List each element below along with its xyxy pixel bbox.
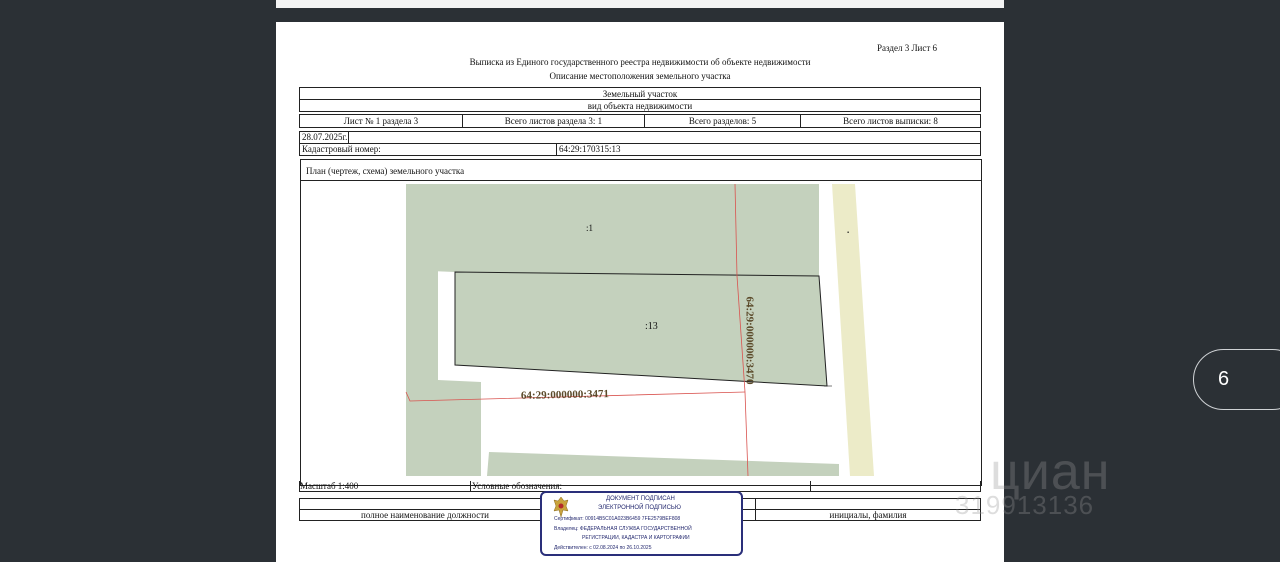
sheet-info-row: Лист № 1 раздела 3 Всего листов раздела … — [299, 114, 981, 128]
electronic-signature-stamp: ДОКУМЕНТ ПОДПИСАН ЭЛЕКТРОННОЙ ПОДПИСЬЮ С… — [540, 491, 743, 556]
road-strip — [832, 184, 874, 476]
position-caption: полное наименование должности — [361, 510, 489, 520]
document-title: Выписка из Единого государственного реес… — [469, 57, 811, 67]
stamp-line-2: ЭЛЕКТРОННОЙ ПОДПИСЬЮ — [598, 505, 681, 511]
parcel-3470-label: 64:29:000000:3470 — [743, 296, 756, 385]
cadastral-map — [405, 183, 874, 477]
stamp-certificate: Сертификат: 00914B5C01A023B6459 7FE2579B… — [554, 516, 681, 522]
parcel-1-area — [406, 184, 819, 276]
parcel-13-area — [454, 271, 828, 387]
scale-label: Масштаб 1:400 — [300, 481, 359, 491]
section-sheet-label: Раздел 3 Лист 6 — [877, 43, 938, 53]
sections-total: Всего разделов: 5 — [688, 116, 757, 126]
cadastral-number: 64:29:170315:13 — [559, 144, 621, 154]
stamp-validity: Действителен: с 02.08.2024 по 26.10.2025 — [554, 545, 652, 551]
land-plan: План (чертеж, схема) земельного участка … — [300, 159, 982, 486]
stamp-line-1: ДОКУМЕНТ ПОДПИСАН — [606, 496, 675, 502]
parcel-bottom-strip — [487, 452, 839, 476]
parcel-13-label: :13 — [645, 321, 658, 332]
previous-page-edge — [276, 0, 1004, 8]
next-page-button[interactable]: 6 — [1193, 349, 1280, 410]
document-subtitle: Описание местоположения земельного участ… — [549, 71, 731, 81]
next-page-label: 6 — [1218, 368, 1230, 390]
stamp-owner: Владелец: ФЕДЕРАЛЬНАЯ СЛУЖБА ГОСУДАРСТВЕ… — [554, 526, 692, 532]
initials-caption: инициалы, фамилия — [829, 510, 907, 520]
section-sheets-total: Всего листов раздела 3: 1 — [504, 116, 603, 126]
stamp-owner-2: РЕГИСТРАЦИИ, КАДАСТРА И КАРТОГРАФИИ — [582, 535, 690, 541]
parcel-1-label: :1 — [586, 223, 594, 233]
extract-sheets-total: Всего листов выписки: 8 — [843, 116, 938, 126]
object-type: Земельный участок — [602, 89, 678, 99]
cadastral-box: 28.07.2025г. Кадастровый номер: 64:29:17… — [299, 131, 981, 156]
map-marker: . — [847, 225, 850, 235]
object-type-caption: вид объекта недвижимости — [587, 101, 693, 111]
document-date: 28.07.2025г. — [302, 132, 348, 142]
sheet-number: Лист № 1 раздела 3 — [343, 116, 419, 126]
cadastral-number-label: Кадастровый номер: — [302, 144, 381, 154]
document-page: Раздел 3 Лист 6 Выписка из Единого госуд… — [276, 22, 1004, 562]
parcel-3471-label: 64:29:000000:3471 — [520, 388, 610, 402]
watermark-phone: 319913136 — [955, 490, 1095, 520]
object-type-box: Земельный участок вид объекта недвижимос… — [299, 87, 981, 112]
